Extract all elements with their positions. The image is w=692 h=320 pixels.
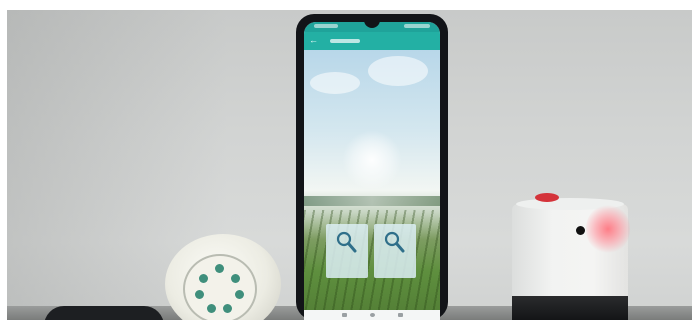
cube-base [512, 296, 628, 320]
field-background-image [304, 50, 440, 320]
cloud [368, 56, 428, 86]
led-dot [215, 264, 224, 273]
dark-object [44, 306, 164, 320]
search-button-left[interactable] [326, 224, 368, 278]
sensor-dot [576, 226, 585, 235]
led-dot [223, 304, 232, 313]
frame-border-top [0, 0, 692, 10]
led-dot [231, 274, 240, 283]
arrow-left-icon[interactable]: ← [309, 36, 318, 45]
search-button-right[interactable] [374, 224, 416, 278]
disc-sensor-face [183, 254, 257, 320]
app-bar: ← [304, 32, 440, 50]
led-dot [207, 304, 216, 313]
status-time [314, 24, 338, 28]
red-light [586, 204, 630, 254]
app-title [330, 39, 360, 43]
phone-screen: ← [304, 22, 440, 320]
led-dot [199, 274, 208, 283]
led-dot [235, 290, 244, 299]
led-dot [195, 290, 204, 299]
nav-recents-button[interactable] [398, 313, 403, 317]
crop-rows [304, 210, 440, 320]
navigation-bar [304, 310, 440, 320]
search-icon [336, 231, 357, 253]
cloud [310, 72, 360, 94]
red-button [535, 193, 559, 202]
tree-line [304, 196, 440, 206]
frame-border-left [0, 0, 7, 320]
search-icon [384, 231, 405, 253]
nav-back-button[interactable] [342, 313, 347, 317]
nav-home-button[interactable] [370, 313, 375, 317]
sun-glow [342, 130, 402, 190]
status-indicators [404, 24, 430, 28]
photo-scene: ← [0, 0, 692, 320]
